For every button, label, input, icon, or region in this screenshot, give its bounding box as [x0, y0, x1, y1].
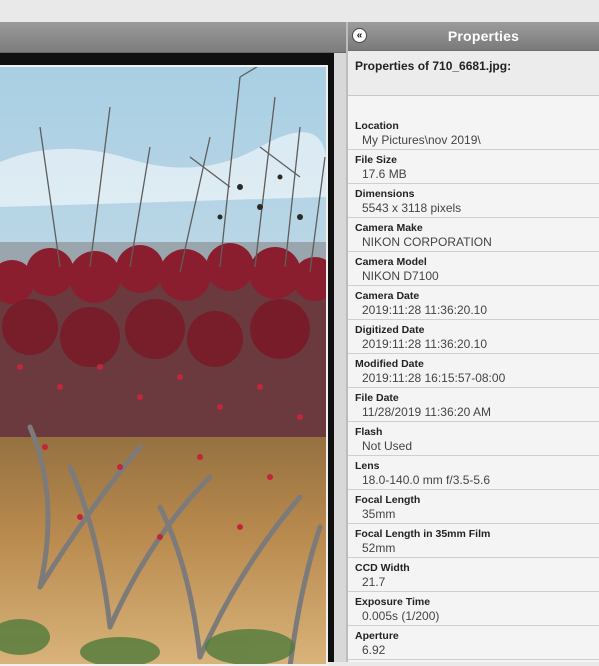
- properties-panel: « Properties Properties of 710_6681.jpg:…: [348, 22, 599, 662]
- property-value: 2019:11:28 11:36:20.10: [362, 337, 488, 351]
- property-value: Not Used: [362, 439, 413, 453]
- property-label: Camera Date: [355, 290, 420, 302]
- property-label: File Date: [355, 392, 399, 404]
- property-value: 2019:11:28 11:36:20.10: [362, 303, 488, 317]
- photo-frame: [0, 53, 334, 666]
- property-value: 6.92: [362, 643, 386, 657]
- property-row: Camera Make NIKON CORPORATION: [348, 218, 599, 252]
- property-value: 17.6 MB: [362, 167, 407, 181]
- property-label: Flash: [355, 426, 383, 438]
- property-row: File Size 17.6 MB: [348, 150, 599, 184]
- property-label: File Size: [355, 154, 398, 166]
- photo-preview[interactable]: [0, 65, 328, 666]
- property-label: Aperture: [355, 630, 399, 642]
- property-label: Camera Make: [355, 222, 423, 234]
- property-row: Aperture 6.92: [348, 626, 599, 660]
- property-value: 0.005s (1/200): [362, 609, 440, 623]
- property-label: Location: [355, 120, 399, 132]
- panel-title: Properties: [447, 28, 520, 44]
- property-value: NIKON CORPORATION: [362, 235, 492, 249]
- image-viewer[interactable]: [0, 22, 346, 666]
- property-label: Camera Model: [355, 256, 427, 268]
- property-row: Modified Date 2019:11:28 16:15:57-08:00: [348, 354, 599, 388]
- property-label: Dimensions: [355, 188, 415, 200]
- property-value: 5543 x 3118 pixels: [362, 201, 462, 215]
- property-label: CCD Width: [355, 562, 410, 574]
- property-row: Location My Pictures\nov 2019\: [348, 116, 599, 150]
- property-value: 18.0-140.0 mm f/3.5-5.6: [362, 473, 491, 487]
- property-value: 11/28/2019 11:36:20 AM: [362, 405, 491, 419]
- property-row: Dimensions 5543 x 3118 pixels: [348, 184, 599, 218]
- top-strip: [0, 0, 599, 22]
- property-label: Focal Length: [355, 494, 421, 506]
- property-label: Modified Date: [355, 358, 424, 370]
- property-row: CCD Width 21.7: [348, 558, 599, 592]
- property-row: Lens 18.0-140.0 mm f/3.5-5.6: [348, 456, 599, 490]
- property-label: Focal Length in 35mm Film: [355, 528, 491, 540]
- property-row: Focal Length 35mm: [348, 490, 599, 524]
- properties-subtitle: Properties of 710_6681.jpg:: [348, 51, 599, 96]
- property-value: 21.7: [362, 575, 386, 589]
- properties-header: « Properties: [348, 22, 599, 51]
- property-row: File Date 11/28/2019 11:36:20 AM: [348, 388, 599, 422]
- property-row: Flash Not Used: [348, 422, 599, 456]
- property-row: Camera Model NIKON D7100: [348, 252, 599, 286]
- property-label: Lens: [355, 460, 380, 472]
- property-label: Digitized Date: [355, 324, 425, 336]
- property-value: 52mm: [362, 541, 396, 555]
- property-row: Exposure Time 0.005s (1/200): [348, 592, 599, 626]
- property-row: Camera Date 2019:11:28 11:36:20.10: [348, 286, 599, 320]
- orchard-photo: [0, 67, 326, 664]
- property-value: 2019:11:28 16:15:57-08:00: [362, 371, 506, 385]
- property-value: 35mm: [362, 507, 396, 521]
- property-row: Focal Length in 35mm Film 52mm: [348, 524, 599, 558]
- viewer-toolbar: [0, 22, 346, 53]
- property-value: My Pictures\nov 2019\: [362, 133, 481, 147]
- property-list: Location My Pictures\nov 2019\ File Size 17…: [348, 116, 599, 662]
- property-row: Digitized Date 2019:11:28 11:36:20.10: [348, 320, 599, 354]
- property-value: NIKON D7100: [362, 269, 439, 283]
- property-label: Exposure Time: [355, 596, 431, 608]
